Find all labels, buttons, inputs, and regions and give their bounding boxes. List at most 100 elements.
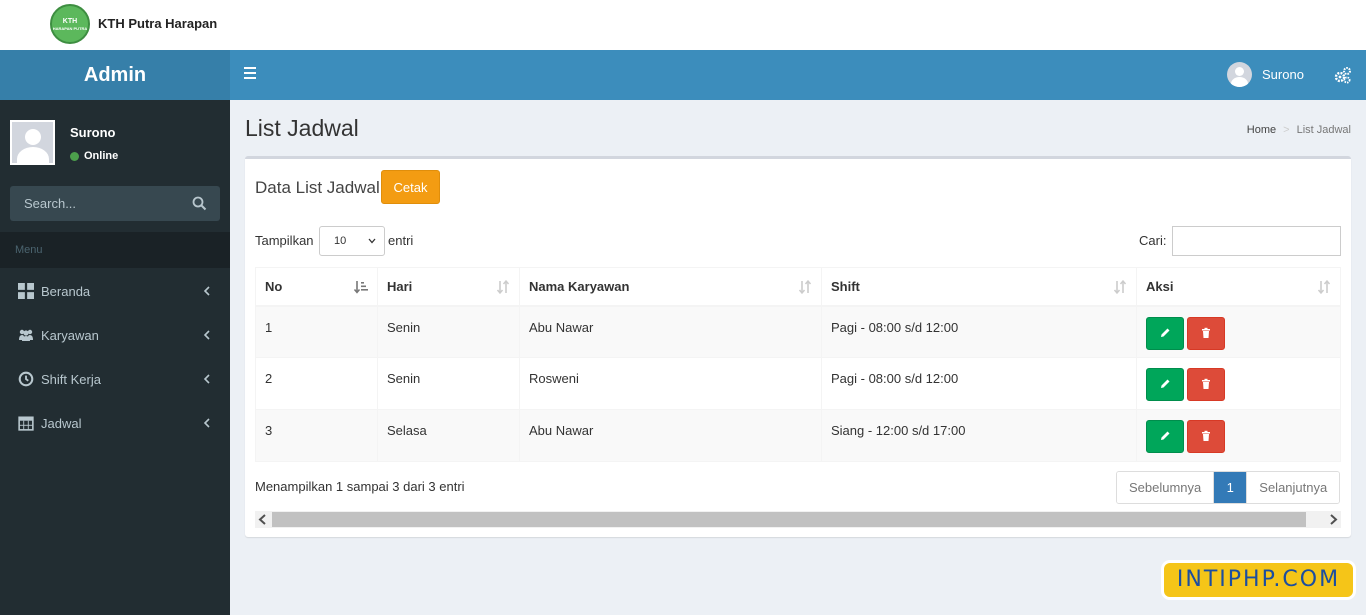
dashboard-icon bbox=[18, 283, 34, 299]
sort-icon bbox=[496, 279, 510, 295]
chevron-down-icon bbox=[368, 238, 376, 244]
cell-no: 2 bbox=[255, 357, 378, 410]
brand-logo[interactable]: KTH HARAPAN PUTRA bbox=[50, 4, 90, 44]
schedule-table: No Hari Nama Karyawan Shift Aksi 1 Senin… bbox=[255, 267, 1341, 462]
box-title: Data List Jadwal bbox=[255, 178, 380, 197]
menu-header: Menu bbox=[0, 232, 230, 268]
sidebar-item-karyawan[interactable]: Karyawan bbox=[0, 313, 230, 357]
cell-hari: Selasa bbox=[377, 409, 520, 462]
pagination-next[interactable]: Selanjutnya bbox=[1246, 472, 1340, 503]
cell-aksi bbox=[1136, 409, 1341, 462]
avatar bbox=[10, 120, 55, 165]
breadcrumb-current: List Jadwal bbox=[1296, 124, 1351, 136]
user-name: Surono bbox=[1262, 67, 1304, 82]
brand-name[interactable]: KTH Putra Harapan bbox=[98, 16, 217, 31]
chevron-left-icon bbox=[203, 418, 210, 428]
sort-asc-icon bbox=[353, 281, 368, 294]
chevron-left-icon bbox=[203, 286, 210, 296]
pagination-page-1[interactable]: 1 bbox=[1214, 472, 1247, 503]
pagination-prev[interactable]: Sebelumnya bbox=[1117, 472, 1215, 503]
online-status: Online bbox=[70, 150, 118, 162]
users-icon bbox=[19, 329, 33, 341]
cell-shift: Siang - 12:00 s/d 17:00 bbox=[821, 409, 1137, 462]
gears-icon[interactable] bbox=[1334, 66, 1352, 84]
delete-button[interactable] bbox=[1187, 420, 1225, 453]
trash-icon bbox=[1202, 378, 1210, 389]
edit-button[interactable] bbox=[1146, 316, 1184, 350]
sort-icon bbox=[1317, 279, 1331, 295]
pencil-icon bbox=[1161, 328, 1170, 337]
table-row: 1 Senin Abu Nawar Pagi - 08:00 s/d 12:00 bbox=[255, 305, 1341, 358]
chevron-left-icon bbox=[203, 330, 210, 340]
cell-nama: Rosweni bbox=[519, 357, 822, 410]
sidebar-item-label: Shift Kerja bbox=[41, 371, 101, 387]
length-label: Tampilkan bbox=[255, 233, 314, 248]
column-header-shift[interactable]: Shift bbox=[821, 267, 1137, 307]
breadcrumb-separator: > bbox=[1283, 124, 1290, 136]
sidebar-item-label: Jadwal bbox=[41, 415, 82, 431]
online-status-label: Online bbox=[84, 150, 119, 162]
edit-button[interactable] bbox=[1146, 420, 1184, 453]
edit-button[interactable] bbox=[1146, 368, 1184, 401]
column-header-aksi[interactable]: Aksi bbox=[1136, 267, 1341, 307]
watermark-logo: INTIPHP.COM bbox=[1164, 563, 1353, 597]
search-label: Cari: bbox=[1139, 233, 1167, 248]
sidebar-item-shift-kerja[interactable]: Shift Kerja bbox=[0, 357, 230, 401]
table-row: 3 Selasa Abu Nawar Siang - 12:00 s/d 17:… bbox=[255, 409, 1341, 462]
cell-nama: Abu Nawar bbox=[519, 409, 822, 462]
entries-select[interactable]: 10 bbox=[319, 226, 385, 256]
cell-nama: Abu Nawar bbox=[519, 305, 822, 358]
sidebar-item-label: Beranda bbox=[41, 283, 91, 299]
column-header-no[interactable]: No bbox=[255, 267, 378, 307]
sort-icon bbox=[798, 279, 812, 295]
sidebar-item-beranda[interactable]: Beranda bbox=[0, 269, 230, 313]
breadcrumb: Home > List Jadwal bbox=[1247, 124, 1351, 136]
length-label-after: entri bbox=[388, 233, 414, 248]
cell-aksi bbox=[1136, 305, 1341, 358]
scroll-left-icon[interactable] bbox=[258, 514, 268, 525]
sidebar-toggle-icon[interactable] bbox=[244, 67, 258, 83]
column-label: Hari bbox=[387, 278, 413, 294]
cell-shift: Pagi - 08:00 s/d 12:00 bbox=[821, 305, 1137, 358]
user-panel: Surono Online bbox=[0, 100, 230, 185]
column-label: No bbox=[265, 278, 283, 294]
cell-hari: Senin bbox=[377, 305, 520, 358]
print-button[interactable]: Cetak bbox=[381, 170, 440, 204]
cell-aksi bbox=[1136, 357, 1341, 410]
chevron-left-icon bbox=[203, 374, 210, 384]
table-header-row: No Hari Nama Karyawan Shift Aksi bbox=[255, 267, 1341, 307]
page-title: List Jadwal bbox=[245, 115, 359, 141]
brand-logo-text: KTH bbox=[62, 17, 78, 25]
column-header-hari[interactable]: Hari bbox=[377, 267, 520, 307]
breadcrumb-home[interactable]: Home bbox=[1247, 124, 1276, 136]
admin-logo[interactable]: Admin bbox=[0, 50, 230, 100]
sidebar: Surono Online Menu Beranda Karyawan bbox=[0, 100, 230, 615]
delete-button[interactable] bbox=[1187, 368, 1225, 401]
horizontal-scrollbar[interactable] bbox=[255, 511, 1341, 528]
sidebar-search bbox=[10, 186, 220, 221]
user-menu[interactable]: Surono bbox=[1227, 62, 1304, 87]
pagination: Sebelumnya 1 Selanjutnya bbox=[1116, 471, 1341, 504]
column-label: Aksi bbox=[1146, 278, 1174, 294]
table-row: 2 Senin Rosweni Pagi - 08:00 s/d 12:00 bbox=[255, 357, 1341, 410]
sidebar-item-label: Karyawan bbox=[41, 327, 99, 343]
top-navbar: Surono bbox=[230, 50, 1366, 100]
pencil-icon bbox=[1161, 431, 1170, 440]
brand-bar: KTH HARAPAN PUTRA KTH Putra Harapan bbox=[0, 0, 1366, 50]
entries-select-value: 10 bbox=[334, 235, 347, 247]
clock-icon bbox=[18, 371, 34, 387]
column-label: Nama Karyawan bbox=[529, 278, 630, 294]
calendar-icon bbox=[18, 416, 34, 431]
cell-no: 3 bbox=[255, 409, 378, 462]
column-label: Shift bbox=[831, 278, 860, 294]
table-search-input[interactable] bbox=[1172, 226, 1341, 256]
scroll-right-icon[interactable] bbox=[1328, 514, 1338, 525]
column-header-nama-karyawan[interactable]: Nama Karyawan bbox=[519, 267, 822, 307]
delete-button[interactable] bbox=[1187, 316, 1225, 350]
scrollbar-thumb[interactable] bbox=[272, 512, 1306, 527]
data-box: Data List Jadwal Cetak Tampilkan 10 entr… bbox=[245, 156, 1351, 537]
search-icon[interactable] bbox=[192, 196, 207, 211]
trash-icon bbox=[1202, 327, 1210, 338]
search-input[interactable] bbox=[10, 186, 185, 221]
sidebar-item-jadwal[interactable]: Jadwal bbox=[0, 401, 230, 445]
